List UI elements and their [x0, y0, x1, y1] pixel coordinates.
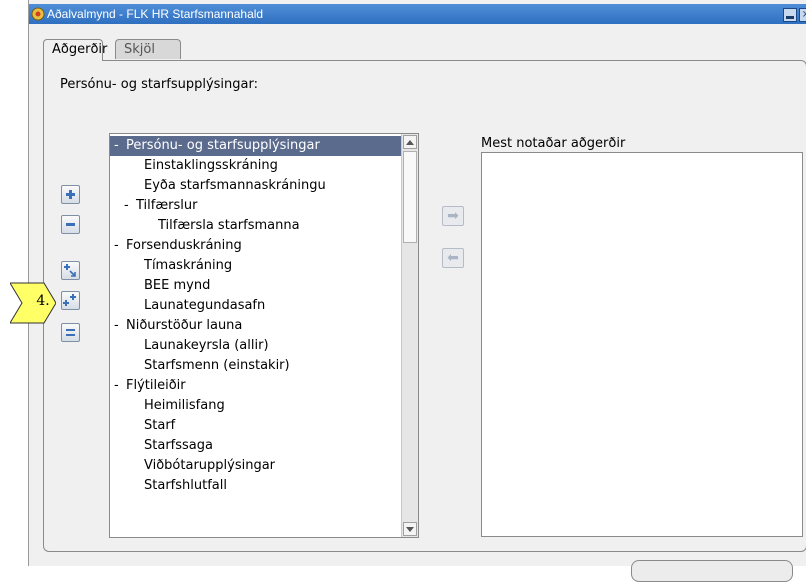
tree-item-label: Starfsmenn (einstakir) — [144, 358, 290, 373]
minus-icon — [66, 223, 75, 226]
tree-expander[interactable]: - — [114, 136, 126, 156]
tree-item[interactable]: Launategundasafn — [110, 296, 418, 316]
bottom-button[interactable] — [631, 560, 793, 582]
collapse-all-button[interactable] — [61, 323, 80, 342]
plus-icon — [66, 190, 75, 199]
tree-item-label: Tilfærslur — [136, 198, 198, 213]
tree-item[interactable]: Tilfærsla starfsmanna — [110, 216, 418, 236]
application-window: Aðalvalmynd - FLK HR Starfsmannahald × A… — [28, 0, 806, 582]
scroll-down-button[interactable] — [403, 522, 417, 536]
tree-item[interactable]: - Tilfærslur — [110, 196, 417, 216]
scroll-up-button[interactable] — [403, 135, 417, 149]
tab-skjol[interactable]: Skjöl — [115, 39, 181, 59]
tree-item[interactable]: Starfssaga — [110, 436, 418, 456]
tree-item[interactable]: Eyða starfsmannaskráningu — [110, 176, 418, 196]
tree-item[interactable]: - Niðurstöður launa — [110, 316, 407, 336]
tree-item-label: Starfshlutfall — [144, 478, 227, 493]
remove-from-favorites-button[interactable]: ⬅ — [442, 248, 464, 268]
tree-item-label: Tilfærsla starfsmanna — [158, 218, 300, 233]
expand-branch-button[interactable] — [61, 261, 80, 280]
tree-item-label: Forsenduskráning — [126, 238, 242, 253]
collapse-button[interactable] — [61, 215, 80, 234]
app-icon — [31, 7, 45, 21]
minimize-button[interactable] — [783, 8, 797, 22]
section-label: Persónu- og starfsupplýsingar: — [60, 77, 259, 92]
tree-item[interactable]: Viðbótarupplýsingar — [110, 456, 418, 476]
chevron-up-icon — [406, 140, 414, 145]
tree-scrollbar[interactable] — [401, 134, 418, 537]
tree-item[interactable]: Starfshlutfall — [110, 476, 418, 496]
favorites-list[interactable] — [481, 152, 803, 537]
tab-adgerdir[interactable]: Aðgerðir — [43, 39, 107, 61]
arrow-left-icon: ⬅ — [447, 250, 459, 266]
tree-expander[interactable]: - — [114, 316, 126, 336]
close-button[interactable]: × — [799, 8, 806, 22]
expand-all-icon — [63, 294, 76, 306]
chevron-down-icon — [406, 527, 414, 532]
tree-item-label: Flýtileiðir — [126, 378, 186, 393]
window-title: Aðalvalmynd - FLK HR Starfsmannahald — [47, 7, 264, 21]
tree-item-label: Persónu- og starfsupplýsingar — [126, 138, 320, 153]
title-bar: Aðalvalmynd - FLK HR Starfsmannahald × — [29, 4, 806, 24]
favorites-label: Mest notaðar aðgerðir — [481, 136, 626, 151]
tree-item[interactable]: Einstaklingsskráning — [110, 156, 418, 176]
tree-item[interactable]: - Flýtileiðir — [110, 376, 407, 396]
tree-expander[interactable]: - — [114, 236, 126, 256]
tree-item-label: Starf — [144, 418, 176, 433]
tree-item-label: Niðurstöður launa — [126, 318, 243, 333]
tree-item-label: Viðbótarupplýsingar — [144, 458, 276, 473]
tree-item[interactable]: Starf — [110, 416, 418, 436]
tree-item[interactable]: BEE mynd — [110, 276, 418, 296]
expand-all-button[interactable] — [61, 291, 80, 310]
tree-item[interactable]: Starfsmenn (einstakir) — [110, 356, 418, 376]
tree-item-label: Launategundasafn — [144, 298, 266, 313]
tree-item[interactable]: Heimilisfang — [110, 396, 418, 416]
tree-item[interactable]: Tímaskráning — [110, 256, 418, 276]
tree-item[interactable]: Launakeyrsla (allir) — [110, 336, 418, 356]
arrow-right-icon: ➡ — [447, 208, 459, 224]
tree-item-label: Eyða starfsmannaskráningu — [144, 178, 326, 193]
tree-item-label: Launakeyrsla (allir) — [144, 338, 269, 353]
tree-item-label: Starfssaga — [144, 438, 213, 453]
menu-tree[interactable]: - Persónu- og starfsupplýsingar Einstaklin… — [109, 133, 419, 538]
tree-item-label: Heimilisfang — [144, 398, 225, 413]
tab-panel: Persónu- og starfsupplýsingar: - Persónu… — [43, 60, 806, 552]
tree-item-label: BEE mynd — [144, 278, 211, 293]
tree-expander[interactable]: - — [124, 196, 136, 216]
tree-item-label: Einstaklingsskráning — [144, 158, 278, 173]
add-to-favorites-button[interactable]: ➡ — [442, 206, 464, 226]
tree-item[interactable]: - Forsenduskráning — [110, 236, 407, 256]
expand-button[interactable] — [61, 185, 80, 204]
expand-branch-icon — [64, 264, 76, 277]
tree-item[interactable]: - Persónu- og starfsupplýsingar — [110, 136, 407, 156]
scroll-thumb[interactable] — [403, 151, 417, 243]
tree-expander[interactable]: - — [114, 376, 126, 396]
callout-label: 4. — [36, 293, 50, 309]
tree-item-label: Tímaskráning — [144, 258, 233, 273]
step-callout: 4. — [9, 281, 57, 325]
collapse-all-icon — [66, 329, 75, 336]
